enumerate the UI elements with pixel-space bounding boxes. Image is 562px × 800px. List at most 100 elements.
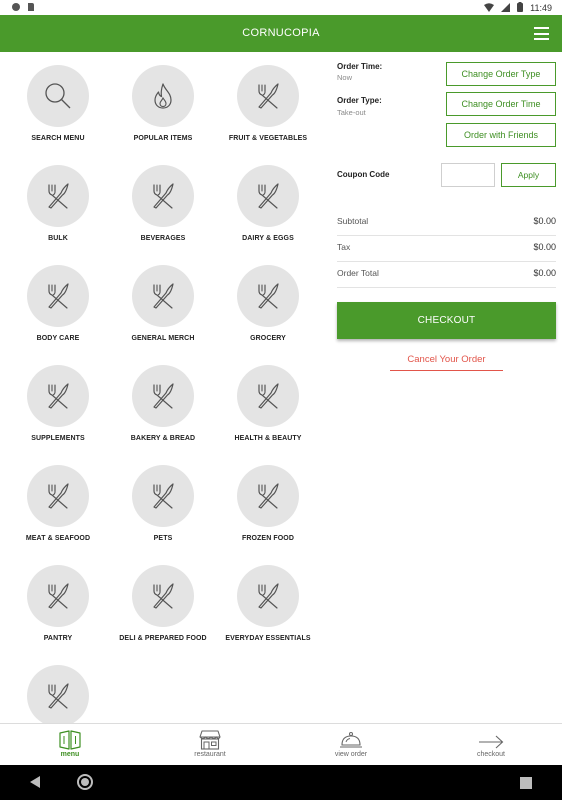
category-label: BAKERY & BREAD xyxy=(130,435,196,442)
category-label: PANTRY xyxy=(43,635,73,642)
order-type-value: Take-out xyxy=(337,108,366,117)
wifi-icon xyxy=(484,2,495,14)
recents-icon[interactable] xyxy=(520,776,532,794)
order-total-label: Order Total xyxy=(337,268,379,278)
fork-knife-icon xyxy=(237,165,299,227)
category-label: BEVERAGES xyxy=(140,235,186,242)
category-label: POPULAR ITEMS xyxy=(133,135,193,142)
fork-knife-icon xyxy=(27,265,89,327)
storefront-icon xyxy=(140,724,280,750)
tax-label: Tax xyxy=(337,242,351,252)
tax-row: Tax $0.00 xyxy=(337,236,556,262)
category-bakery-bread[interactable]: BAKERY & BREAD xyxy=(113,365,213,455)
category-supplements[interactable]: SUPPLEMENTS xyxy=(8,365,108,455)
category-partial[interactable] xyxy=(8,665,108,723)
category-label: GENERAL MERCH xyxy=(131,335,195,342)
battery-icon xyxy=(517,2,524,14)
fork-knife-icon xyxy=(27,665,89,723)
category-everyday-essentials[interactable]: EVERYDAY ESSENTIALS xyxy=(218,565,318,655)
app-bar: CORNUCOPIA xyxy=(0,15,562,52)
fork-knife-icon xyxy=(27,365,89,427)
category-deli-prepared-food[interactable]: DELI & PREPARED FOOD xyxy=(113,565,213,655)
subtotal-row: Subtotal $0.00 xyxy=(337,210,556,236)
back-icon[interactable] xyxy=(28,775,42,794)
system-nav-bar xyxy=(0,765,562,800)
category-label: GROCERY xyxy=(250,335,286,342)
flame-icon xyxy=(132,65,194,127)
tax-value: $0.00 xyxy=(533,242,556,252)
signal-icon xyxy=(501,2,511,14)
hamburger-menu-icon[interactable] xyxy=(534,27,549,40)
cloche-icon xyxy=(281,724,421,750)
arrow-right-icon xyxy=(421,724,561,750)
category-label: FROZEN FOOD xyxy=(241,535,295,542)
status-bar: 11:49 xyxy=(0,0,562,15)
category-popular-items[interactable]: POPULAR ITEMS xyxy=(113,65,213,155)
status-time: 11:49 xyxy=(530,3,552,13)
category-general-merch[interactable]: GENERAL MERCH xyxy=(113,265,213,355)
order-time-label: Order Time: xyxy=(337,62,383,71)
category-label: SEARCH MENU xyxy=(31,135,85,142)
nav-checkout[interactable]: checkout xyxy=(421,724,561,766)
category-pets[interactable]: PETS xyxy=(113,465,213,555)
category-label: DELI & PREPARED FOOD xyxy=(119,635,207,642)
fork-knife-icon xyxy=(132,465,194,527)
nav-label: menu xyxy=(60,751,80,758)
category-search-menu[interactable]: SEARCH MENU xyxy=(8,65,108,155)
fork-knife-icon xyxy=(132,565,194,627)
bottom-nav: menu restaurant view order checkout xyxy=(0,723,562,765)
subtotal-label: Subtotal xyxy=(337,216,369,226)
category-label: EVERYDAY ESSENTIALS xyxy=(225,635,311,642)
coupon-code-label: Coupon Code xyxy=(337,170,390,179)
cancel-order-link[interactable]: Cancel Your Order xyxy=(390,354,503,371)
category-label: HEALTH & BEAUTY xyxy=(234,435,302,442)
category-grid: SEARCH MENU POPULAR ITEMS FRUIT & VEGETA… xyxy=(0,52,330,723)
fork-knife-icon xyxy=(237,365,299,427)
nav-menu[interactable]: menu xyxy=(0,724,140,766)
nav-label: checkout xyxy=(476,751,506,758)
checkout-button[interactable]: CHECKOUT xyxy=(337,302,556,339)
nav-view-order[interactable]: view order xyxy=(281,724,421,766)
category-label: SUPPLEMENTS xyxy=(31,435,85,442)
category-dairy-eggs[interactable]: DAIRY & EGGS xyxy=(218,165,318,255)
order-total-row: Order Total $0.00 xyxy=(337,262,556,288)
category-meat-seafood[interactable]: MEAT & SEAFOOD xyxy=(8,465,108,555)
fork-knife-icon xyxy=(27,565,89,627)
fork-knife-icon xyxy=(237,565,299,627)
category-grocery[interactable]: GROCERY xyxy=(218,265,318,355)
nav-label: restaurant xyxy=(194,751,226,758)
category-health-beauty[interactable]: HEALTH & BEAUTY xyxy=(218,365,318,455)
menu-book-icon xyxy=(0,724,140,750)
search-icon xyxy=(27,65,89,127)
category-fruit-vegetables[interactable]: FRUIT & VEGETABLES xyxy=(218,65,318,155)
nav-label: view order xyxy=(334,751,368,758)
nav-restaurant[interactable]: restaurant xyxy=(140,724,280,766)
fork-knife-icon xyxy=(132,365,194,427)
change-order-time-button[interactable]: Change Order Time xyxy=(446,92,556,116)
coupon-code-input[interactable] xyxy=(441,163,495,187)
category-label: BULK xyxy=(48,235,68,242)
order-total-value: $0.00 xyxy=(533,268,556,278)
fork-knife-icon xyxy=(237,265,299,327)
app-title: CORNUCOPIA xyxy=(242,27,320,39)
order-with-friends-button[interactable]: Order with Friends xyxy=(446,123,556,147)
order-type-label: Order Type: xyxy=(337,96,382,105)
subtotal-value: $0.00 xyxy=(533,216,556,226)
category-pantry[interactable]: PANTRY xyxy=(8,565,108,655)
sd-card-icon xyxy=(28,3,34,11)
fork-knife-icon xyxy=(237,65,299,127)
fork-knife-icon xyxy=(27,465,89,527)
notification-dot-icon xyxy=(12,3,20,11)
category-label: FRUIT & VEGETABLES xyxy=(228,135,308,142)
category-label: DAIRY & EGGS xyxy=(242,235,294,242)
order-time-value: Now xyxy=(337,73,353,82)
category-beverages[interactable]: BEVERAGES xyxy=(113,165,213,255)
category-body-care[interactable]: BODY CARE xyxy=(8,265,108,355)
category-frozen-food[interactable]: FROZEN FOOD xyxy=(218,465,318,555)
apply-coupon-button[interactable]: Apply xyxy=(501,163,556,187)
home-icon[interactable] xyxy=(76,773,94,796)
fork-knife-icon xyxy=(27,165,89,227)
change-order-type-button[interactable]: Change Order Type xyxy=(446,62,556,86)
category-bulk[interactable]: BULK xyxy=(8,165,108,255)
fork-knife-icon xyxy=(132,165,194,227)
